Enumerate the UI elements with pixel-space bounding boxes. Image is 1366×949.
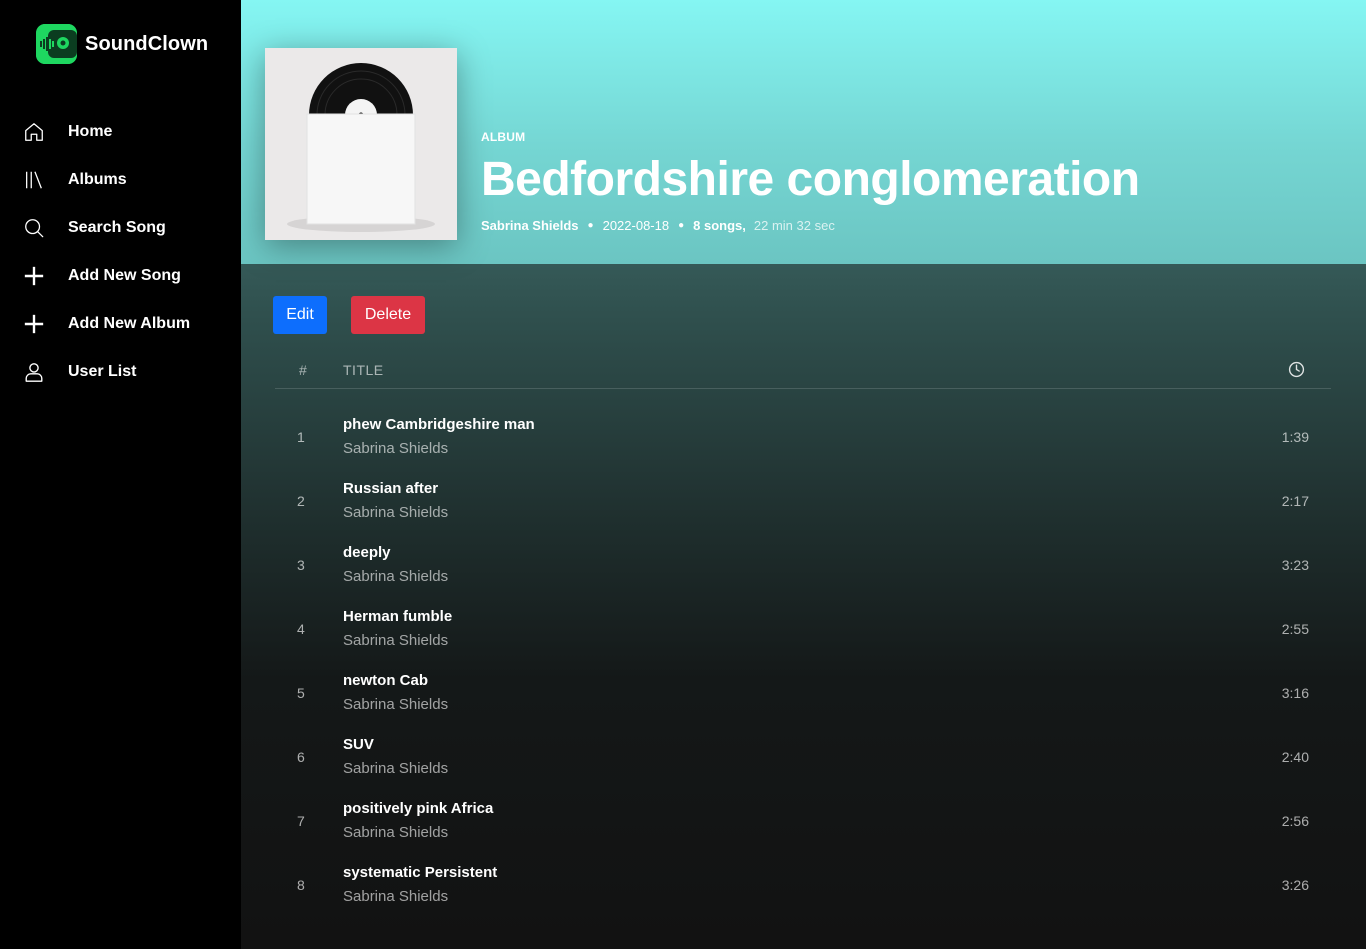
- table-row[interactable]: 3 deeply Sabrina Shields 3:23: [275, 533, 1331, 597]
- track-number: 2: [297, 493, 305, 509]
- sidebar-item-add-new-song[interactable]: Add New Song: [0, 252, 241, 300]
- plus-icon: [22, 264, 46, 288]
- track-number: 4: [297, 621, 305, 637]
- edit-button[interactable]: Edit: [273, 296, 327, 334]
- track-number: 8: [297, 877, 305, 893]
- track-title[interactable]: phew Cambridgeshire man: [343, 416, 535, 433]
- track-number: 3: [297, 557, 305, 573]
- separator-dot: ●: [678, 220, 685, 231]
- track-title[interactable]: Herman fumble: [343, 608, 452, 625]
- track-duration: 2:40: [1281, 749, 1309, 765]
- track-title[interactable]: positively pink Africa: [343, 800, 493, 817]
- table-row[interactable]: 6 SUV Sabrina Shields 2:40: [275, 725, 1331, 789]
- track-duration: 2:17: [1281, 493, 1309, 509]
- clock-icon: [1288, 361, 1305, 381]
- user-icon: [22, 360, 46, 384]
- track-number: 7: [297, 813, 305, 829]
- track-title[interactable]: systematic Persistent: [343, 864, 497, 881]
- sidebar-item-label: Home: [68, 123, 113, 140]
- table-row[interactable]: 2 Russian after Sabrina Shields 2:17: [275, 469, 1331, 533]
- album-cover: [265, 48, 457, 240]
- sidebar-item-label: Add New Song: [68, 267, 181, 284]
- table-row[interactable]: 5 newton Cab Sabrina Shields 3:16: [275, 661, 1331, 725]
- table-row[interactable]: 7 positively pink Africa Sabrina Shields…: [275, 789, 1331, 853]
- track-duration: 2:55: [1281, 621, 1309, 637]
- track-artist[interactable]: Sabrina Shields: [343, 504, 448, 521]
- column-header-title: TITLE: [343, 362, 384, 378]
- sidebar-item-user-list[interactable]: User List: [0, 348, 241, 396]
- sidebar-item-albums[interactable]: Albums: [0, 156, 241, 204]
- sidebar-item-label: User List: [68, 363, 137, 380]
- track-title[interactable]: Russian after: [343, 480, 438, 497]
- table-row[interactable]: 1 phew Cambridgeshire man Sabrina Shield…: [275, 405, 1331, 469]
- sidebar-item-add-new-album[interactable]: Add New Album: [0, 300, 241, 348]
- album-meta: ALBUM Bedfordshire conglomeration Sabrin…: [481, 130, 1140, 233]
- track-artist[interactable]: Sabrina Shields: [343, 440, 448, 457]
- app-name: SoundClown: [85, 32, 209, 55]
- sidebar-item-label: Albums: [68, 171, 127, 188]
- track-artist[interactable]: Sabrina Shields: [343, 696, 448, 713]
- plus-icon: [22, 312, 46, 336]
- soundclown-logo-icon: [36, 24, 77, 64]
- sidebar-item-label: Add New Album: [68, 315, 191, 332]
- album-date: 2022-08-18: [602, 218, 670, 233]
- delete-button[interactable]: Delete: [351, 296, 425, 334]
- table-row[interactable]: 8 systematic Persistent Sabrina Shields …: [275, 853, 1331, 917]
- track-title[interactable]: deeply: [343, 544, 391, 561]
- album-info: Sabrina Shields ● 2022-08-18 ● 8 songs, …: [481, 218, 1140, 233]
- sidebar-item-search-song[interactable]: Search Song: [0, 204, 241, 252]
- separator-dot: ●: [587, 220, 594, 231]
- library-icon: [22, 168, 46, 192]
- track-title[interactable]: newton Cab: [343, 672, 428, 689]
- album-type-label: ALBUM: [481, 130, 526, 144]
- search-icon: [22, 216, 46, 240]
- album-actions: Edit Delete: [273, 296, 425, 334]
- track-artist[interactable]: Sabrina Shields: [343, 888, 448, 905]
- table-row[interactable]: 4 Herman fumble Sabrina Shields 2:55: [275, 597, 1331, 661]
- vinyl-record-icon: [265, 48, 457, 240]
- track-number: 1: [297, 429, 305, 445]
- track-duration: 2:56: [1281, 813, 1309, 829]
- sidebar-nav: Home Albums Search Song Add New Song Add…: [0, 108, 241, 396]
- track-title[interactable]: SUV: [343, 736, 374, 753]
- track-artist[interactable]: Sabrina Shields: [343, 568, 448, 585]
- track-duration: 3:16: [1281, 685, 1309, 701]
- sidebar: SoundClown Home Albums Search Song Add N…: [0, 0, 241, 949]
- track-duration: 3:23: [1281, 557, 1309, 573]
- album-song-count: 8 songs,: [693, 218, 746, 233]
- track-list: 1 phew Cambridgeshire man Sabrina Shield…: [275, 405, 1331, 917]
- sidebar-item-home[interactable]: Home: [0, 108, 241, 156]
- track-number: 6: [297, 749, 305, 765]
- column-header-number: #: [299, 362, 307, 378]
- album-duration: 22 min 32 sec: [753, 218, 835, 233]
- brand[interactable]: SoundClown: [36, 24, 208, 64]
- track-artist[interactable]: Sabrina Shields: [343, 632, 448, 649]
- sidebar-item-label: Search Song: [68, 219, 166, 236]
- track-duration: 1:39: [1281, 429, 1309, 445]
- track-duration: 3:26: [1281, 877, 1309, 893]
- track-artist[interactable]: Sabrina Shields: [343, 760, 448, 777]
- main-content: ALBUM Bedfordshire conglomeration Sabrin…: [241, 0, 1366, 949]
- track-artist[interactable]: Sabrina Shields: [343, 824, 448, 841]
- track-number: 5: [297, 685, 305, 701]
- album-title: Bedfordshire conglomeration: [481, 153, 1140, 206]
- track-table-header: # TITLE: [275, 352, 1331, 389]
- album-header: ALBUM Bedfordshire conglomeration Sabrin…: [241, 0, 1366, 264]
- album-artist[interactable]: Sabrina Shields: [481, 218, 579, 233]
- home-icon: [22, 120, 46, 144]
